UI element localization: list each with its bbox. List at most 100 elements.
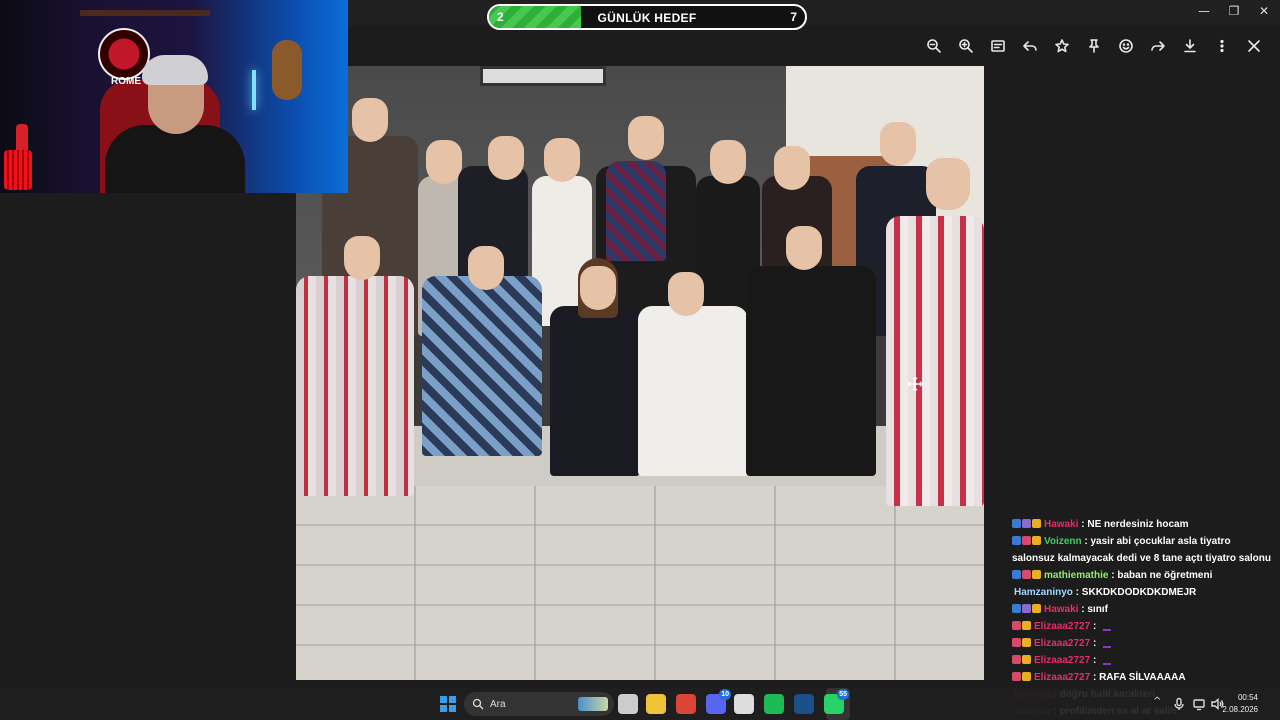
task-view-icon[interactable]: [618, 694, 638, 714]
chat-badge-icon: [1012, 655, 1021, 664]
chat-username[interactable]: Elizaaa2727: [1034, 655, 1090, 666]
reply-icon[interactable]: [1014, 34, 1046, 58]
caption-icon[interactable]: [982, 34, 1014, 58]
person-face: [468, 246, 504, 290]
chat-message: Hamzaninyo : SKKDKDODKDKDMEJR: [1012, 584, 1274, 601]
chat-badge-icon: [1022, 519, 1031, 528]
taskbar: Ara 10 55 ^ 00:54 2.08.2026: [0, 688, 1280, 720]
system-clock[interactable]: 00:54 2.08.2026: [1222, 692, 1258, 716]
chat-emote-icon: [1103, 646, 1112, 648]
move-cursor-icon: [908, 377, 922, 391]
person-front-6: [886, 216, 984, 506]
chat-text: SKKDKDODKDKDMEJR: [1081, 587, 1197, 598]
person-face: [786, 226, 822, 270]
chat-message: Hawaki : sınıf: [1012, 601, 1274, 618]
chrome-icon[interactable]: [676, 694, 696, 714]
person-face: [668, 272, 704, 316]
whatsapp-icon[interactable]: 55: [824, 689, 849, 714]
person-face: [926, 158, 970, 210]
clock-app-icon[interactable]: [734, 694, 754, 714]
chat-text: NE nerdesiniz hocam: [1087, 519, 1189, 530]
person-front-4: [638, 306, 748, 476]
webcam-streamer-hair: [142, 55, 208, 85]
chat-username[interactable]: Elizaaa2727: [1034, 638, 1090, 649]
pin-icon[interactable]: [1078, 34, 1110, 58]
chat-badge-icon: [1012, 536, 1021, 545]
emoji-icon[interactable]: [1110, 34, 1142, 58]
chat-username[interactable]: Hawaki: [1044, 519, 1078, 530]
person-face: [544, 138, 580, 182]
download-icon[interactable]: [1174, 34, 1206, 58]
chat-username[interactable]: Voizenn: [1044, 536, 1082, 547]
taskbar-search[interactable]: Ara: [464, 692, 614, 716]
desktop: — ❐ ✕ ROME 2 GÜNLÜK HEDEF 7 Hawaki: NE …: [0, 0, 1280, 720]
chat-badge-icon: [1022, 621, 1031, 630]
microphone-icon[interactable]: [1172, 697, 1186, 711]
chat-badge-icon: [1022, 604, 1031, 613]
webcam-guitar: [272, 40, 302, 100]
discord-icon[interactable]: 10: [706, 689, 731, 714]
minimize-button[interactable]: —: [1188, 0, 1220, 22]
window-close-button[interactable]: ✕: [1248, 0, 1280, 22]
person-front-5: [746, 266, 876, 476]
more-icon[interactable]: [1206, 34, 1238, 58]
file-explorer-icon[interactable]: [646, 694, 666, 714]
chat-emote-icon: [1103, 663, 1112, 665]
chat-message: mathiemathie : baban ne öğretmeni: [1012, 567, 1274, 584]
tray-overflow-icon[interactable]: ^: [1153, 696, 1161, 707]
network-icon[interactable]: [1192, 697, 1206, 711]
windows-start-icon[interactable]: [440, 696, 456, 712]
chat-username[interactable]: Elizaaa2727: [1034, 672, 1090, 683]
webcam-streamer-body: [105, 125, 245, 193]
person-front-1: [296, 276, 414, 496]
chat-separator: :: [1090, 655, 1100, 666]
chat-username[interactable]: Hamzaninyo: [1014, 587, 1073, 598]
chat-badge-icon: [1012, 638, 1021, 647]
spotify-icon[interactable]: [764, 694, 784, 714]
chat-username[interactable]: mathiemathie: [1044, 570, 1108, 581]
clock-time: 00:54: [1237, 693, 1258, 702]
chat-text: RAFA SİLVAAAAA: [1099, 672, 1186, 683]
chat-badge-icon: [1022, 638, 1031, 647]
discord-badge: 10: [719, 689, 731, 700]
chat-badge-icon: [1012, 604, 1021, 613]
restore-button[interactable]: ❐: [1218, 0, 1250, 22]
chat-message: Elizaaa2727 :: [1012, 618, 1274, 635]
clock-date: 2.08.2026: [1222, 705, 1258, 714]
person-face: [710, 140, 746, 184]
forward-icon[interactable]: [1142, 34, 1174, 58]
close-icon[interactable]: [1238, 34, 1270, 58]
search-highlight-image: [578, 697, 608, 711]
chat-badge-icon: [1022, 570, 1031, 579]
chat-badge-icon: [1032, 604, 1041, 613]
steam-icon[interactable]: [794, 694, 814, 714]
viewer-toolbar: [918, 34, 1270, 58]
chat-message: Elizaaa2727 :: [1012, 635, 1274, 652]
goal-title: GÜNLÜK HEDEF: [597, 11, 697, 25]
chat-text: sınıf: [1087, 604, 1108, 615]
person-face: [352, 98, 388, 142]
person-face: [344, 236, 380, 280]
chat-username[interactable]: Hawaki: [1044, 604, 1078, 615]
zoom-in-icon[interactable]: [950, 34, 982, 58]
person-face: [580, 266, 616, 310]
chat-separator: :: [1090, 638, 1100, 649]
chat-text: baban ne öğretmeni: [1117, 570, 1213, 581]
webcam-light: [252, 70, 256, 110]
whatsapp-badge: 55: [837, 689, 849, 700]
chat-message: Elizaaa2727 : RAFA SİLVAAAAA: [1012, 669, 1274, 686]
viewed-photo[interactable]: [296, 66, 984, 680]
webcam-overlay: ROME: [0, 0, 348, 193]
person-face: [488, 136, 524, 180]
star-icon[interactable]: [1046, 34, 1078, 58]
goal-target: 7: [790, 10, 797, 24]
chat-badge-icon: [1032, 570, 1041, 579]
person-front-2: [422, 276, 542, 456]
zoom-out-icon[interactable]: [918, 34, 950, 58]
chat-badge-icon: [1032, 519, 1041, 528]
chat-username[interactable]: Elizaaa2727: [1034, 621, 1090, 632]
person-face: [628, 116, 664, 160]
chat-badge-icon: [1022, 536, 1031, 545]
chat-message: Hawaki : NE nerdesiniz hocam: [1012, 516, 1274, 533]
chat-badge-icon: [1012, 672, 1021, 681]
